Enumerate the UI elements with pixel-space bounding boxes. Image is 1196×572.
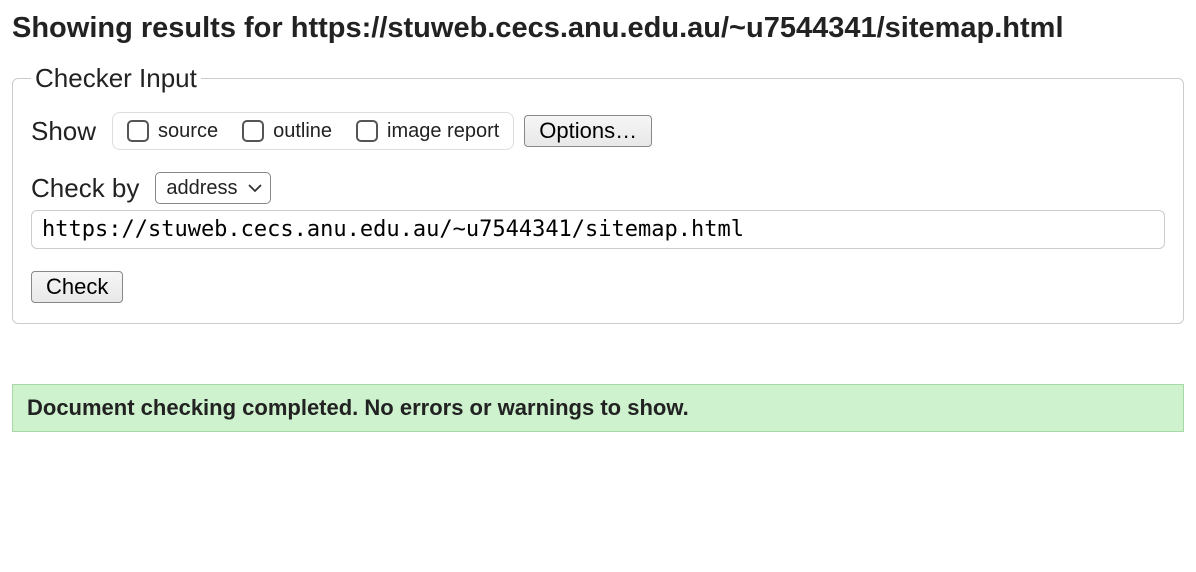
outline-checkbox-label[interactable]: outline: [273, 120, 332, 143]
image-report-checkbox-label[interactable]: image report: [387, 120, 499, 143]
check-by-selected-value: address: [166, 177, 237, 200]
outline-checkbox[interactable]: [242, 120, 264, 142]
source-checkbox[interactable]: [127, 120, 149, 142]
page-heading: Showing results for https://stuweb.cecs.…: [12, 12, 1184, 45]
check-by-label: Check by: [31, 173, 139, 204]
checker-input-fieldset: Checker Input Show source outline image …: [12, 63, 1184, 324]
heading-url: https://stuweb.cecs.anu.edu.au/~u7544341…: [291, 12, 1064, 44]
show-row: Show source outline image report Options…: [31, 112, 1165, 150]
image-report-checkbox-item: image report: [352, 117, 499, 145]
url-input[interactable]: [31, 210, 1165, 249]
result-banner: Document checking completed. No errors o…: [12, 384, 1184, 432]
check-by-row: Check by address: [31, 172, 1165, 204]
heading-prefix: Showing results for: [12, 12, 291, 44]
show-checkbox-group: source outline image report: [112, 112, 514, 150]
options-button[interactable]: Options…: [524, 115, 652, 147]
show-label: Show: [31, 116, 96, 147]
outline-checkbox-item: outline: [238, 117, 332, 145]
check-by-select[interactable]: address: [155, 172, 270, 204]
checker-input-legend: Checker Input: [31, 63, 201, 94]
chevron-down-icon: [248, 183, 262, 193]
check-button[interactable]: Check: [31, 271, 123, 303]
image-report-checkbox[interactable]: [356, 120, 378, 142]
source-checkbox-item: source: [123, 117, 218, 145]
source-checkbox-label[interactable]: source: [158, 120, 218, 143]
